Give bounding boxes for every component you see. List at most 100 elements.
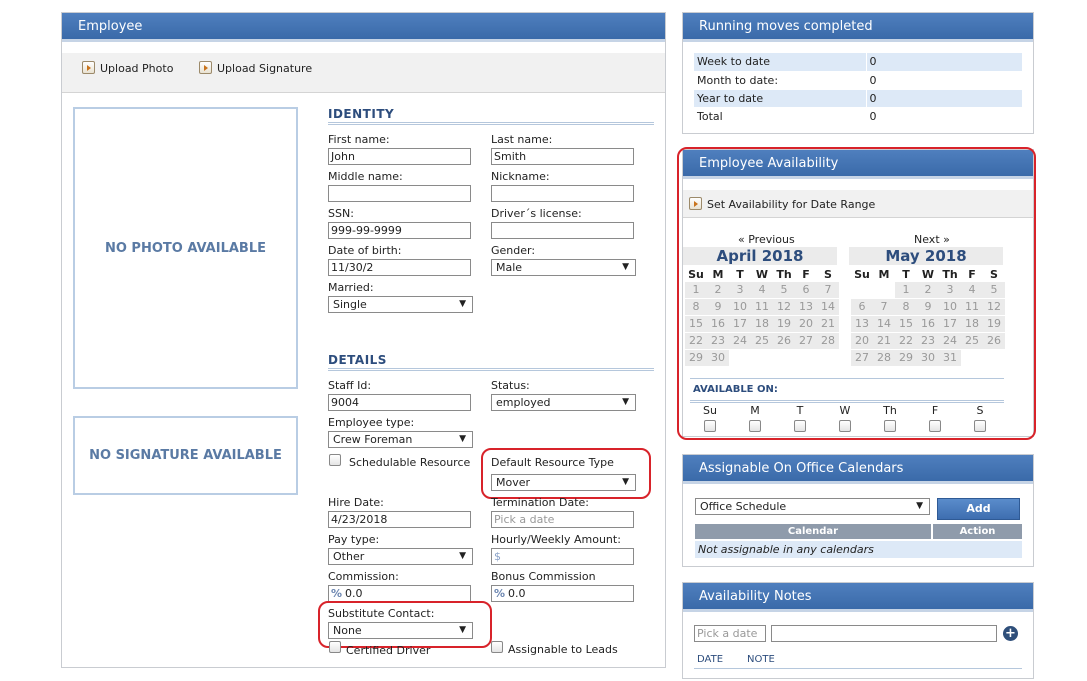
gender-label: Gender: xyxy=(491,244,536,257)
signature-placeholder: NO SIGNATURE AVAILABLE xyxy=(73,416,298,495)
employee-type-select[interactable]: Crew Foreman ▼ xyxy=(328,431,473,448)
drivers-license-label: Driver´s license: xyxy=(491,207,582,220)
certified-driver-checkbox[interactable] xyxy=(329,641,341,653)
bonus-commission-input[interactable]: % 0.0 xyxy=(491,585,634,602)
arrow-right-icon xyxy=(199,61,212,74)
add-calendar-button[interactable]: Add xyxy=(937,498,1020,520)
pay-type-select[interactable]: Other ▼ xyxy=(328,548,473,565)
schedulable-resource-label: Schedulable Resource xyxy=(349,456,471,469)
running-moves-title: Running moves completed xyxy=(683,13,1033,42)
drivers-license-input[interactable] xyxy=(491,222,634,239)
middle-name-label: Middle name: xyxy=(328,170,403,183)
gender-value: Male xyxy=(496,261,523,274)
commission-label: Commission: xyxy=(328,570,399,583)
employee-panel-title: Employee xyxy=(62,13,665,42)
dropdown-arrow-icon: ▼ xyxy=(459,434,466,444)
details-section-title: DETAILS xyxy=(328,353,654,371)
office-calendars-panel: Assignable On Office Calendars Office Sc… xyxy=(682,454,1034,567)
availability-notes-title: Availability Notes xyxy=(683,583,1033,612)
row-label: Year to date xyxy=(694,89,866,108)
add-note-icon[interactable]: + xyxy=(1003,626,1018,641)
row-value: 0 xyxy=(865,107,1022,126)
pay-type-label: Pay type: xyxy=(328,533,380,546)
percent-icon: % xyxy=(331,587,343,600)
hourly-amount-label: Hourly/Weekly Amount: xyxy=(491,533,621,546)
upload-photo-button[interactable]: Upload Photo xyxy=(82,61,173,75)
certified-driver-label: Certified Driver xyxy=(346,644,431,657)
dropdown-arrow-icon: ▼ xyxy=(622,262,629,272)
schedulable-resource-checkbox[interactable] xyxy=(329,454,341,466)
upload-signature-label: Upload Signature xyxy=(217,62,313,75)
first-name-label: First name: xyxy=(328,133,390,146)
bonus-commission-label: Bonus Commission xyxy=(491,570,596,583)
table-row: Month to date: 0 xyxy=(694,71,1022,90)
hourly-amount-input[interactable]: $ xyxy=(491,548,634,565)
row-value: 0 xyxy=(865,71,1022,90)
bonus-commission-value: 0.0 xyxy=(508,587,526,600)
dropdown-arrow-icon: ▼ xyxy=(622,397,629,407)
dropdown-arrow-icon: ▼ xyxy=(459,551,466,561)
row-label: Month to date: xyxy=(694,71,866,90)
action-column-header: Action xyxy=(933,524,1022,539)
commission-value: 0.0 xyxy=(345,587,363,600)
arrow-right-icon xyxy=(82,61,95,74)
calendar-column-header: Calendar xyxy=(695,524,931,539)
highlight-ring xyxy=(677,147,1036,440)
dob-label: Date of birth: xyxy=(328,244,402,257)
office-calendar-value: Office Schedule xyxy=(700,500,787,513)
hire-date-label: Hire Date: xyxy=(328,496,384,509)
highlight-ring xyxy=(481,448,651,499)
assignable-to-leads-checkbox[interactable] xyxy=(491,641,503,653)
gender-select[interactable]: Male ▼ xyxy=(491,259,636,276)
employee-availability-panel: Employee Availability Set Availability f… xyxy=(677,147,1036,440)
last-name-input[interactable]: Smith xyxy=(491,148,634,165)
table-row: Year to date 0 xyxy=(694,89,1022,108)
row-label: Week to date xyxy=(694,53,866,72)
staff-id-input[interactable]: 9004 xyxy=(328,394,471,411)
hire-date-input[interactable]: 4/23/2018 xyxy=(328,511,471,528)
staff-id-label: Staff Id: xyxy=(328,379,372,392)
dob-input[interactable]: 11/30/2 xyxy=(328,259,471,276)
note-text-input[interactable] xyxy=(771,625,997,642)
nickname-label: Nickname: xyxy=(491,170,550,183)
availability-notes-panel: Availability Notes Pick a date + DATE NO… xyxy=(682,582,1034,679)
married-label: Married: xyxy=(328,281,374,294)
ssn-label: SSN: xyxy=(328,207,354,220)
running-moves-table: Week to date 0 Month to date: 0 Year to da… xyxy=(694,53,1022,126)
nickname-input[interactable] xyxy=(491,185,634,202)
date-column-header: DATE xyxy=(697,654,724,665)
percent-icon: % xyxy=(494,587,506,600)
married-value: Single xyxy=(333,298,367,311)
row-value: 0 xyxy=(865,89,1022,108)
commission-input[interactable]: % 0.0 xyxy=(328,585,471,602)
office-calendars-title: Assignable On Office Calendars xyxy=(683,455,1033,484)
middle-name-input[interactable] xyxy=(328,185,471,202)
empty-calendars-message: Not assignable in any calendars xyxy=(695,541,1022,558)
employee-type-label: Employee type: xyxy=(328,416,415,429)
first-name-input[interactable]: John xyxy=(328,148,471,165)
row-value: 0 xyxy=(865,53,1022,72)
highlight-ring xyxy=(318,601,492,648)
employee-panel: Employee Upload Photo Upload Signature N… xyxy=(61,12,666,668)
last-name-label: Last name: xyxy=(491,133,553,146)
assignable-to-leads-label: Assignable to Leads xyxy=(508,643,618,656)
status-label: Status: xyxy=(491,379,530,392)
upload-photo-label: Upload Photo xyxy=(100,62,174,75)
employee-toolbar: Upload Photo Upload Signature xyxy=(62,53,665,93)
office-calendar-select[interactable]: Office Schedule ▼ xyxy=(695,498,930,515)
pay-type-value: Other xyxy=(333,550,365,563)
status-select[interactable]: employed ▼ xyxy=(491,394,636,411)
table-row: Week to date 0 xyxy=(694,53,1022,72)
upload-signature-button[interactable]: Upload Signature xyxy=(199,61,312,75)
row-label: Total xyxy=(694,107,866,126)
photo-placeholder: NO PHOTO AVAILABLE xyxy=(73,107,298,389)
married-select[interactable]: Single ▼ xyxy=(328,296,473,313)
termination-date-input[interactable]: Pick a date xyxy=(491,511,634,528)
ssn-input[interactable]: 999-99-9999 xyxy=(328,222,471,239)
status-value: employed xyxy=(496,396,551,409)
note-date-input[interactable]: Pick a date xyxy=(694,625,766,642)
table-row: Total 0 xyxy=(694,107,1022,126)
termination-date-label: Termination Date: xyxy=(491,496,589,509)
running-moves-panel: Running moves completed Week to date 0 Mo… xyxy=(682,12,1034,134)
dropdown-arrow-icon: ▼ xyxy=(916,501,923,511)
